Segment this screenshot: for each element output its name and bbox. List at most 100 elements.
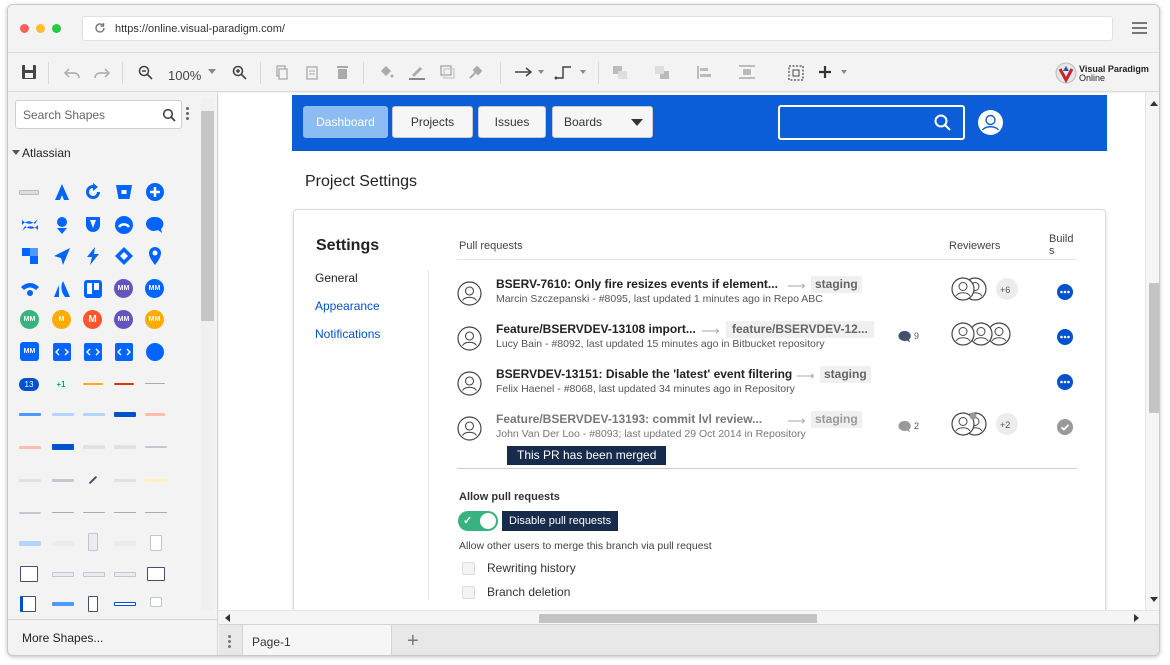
- zoom-dropdown-chevron-icon[interactable]: [208, 69, 216, 74]
- close-window-dot[interactable]: [20, 24, 29, 33]
- jira-align-icon[interactable]: [20, 246, 40, 266]
- trello-icon[interactable]: [83, 279, 103, 299]
- mini-shape[interactable]: [145, 512, 167, 513]
- panel-menu-icon[interactable]: [186, 107, 189, 122]
- search-shapes-input[interactable]: Search Shapes: [15, 100, 182, 129]
- build-in-progress-icon[interactable]: [1057, 329, 1073, 345]
- lightning-icon[interactable]: [83, 246, 103, 266]
- nav-search-input[interactable]: [778, 105, 965, 140]
- code-icon-2[interactable]: [83, 342, 103, 362]
- chat-bubble-icon[interactable]: [145, 215, 165, 235]
- wifi-icon[interactable]: [20, 279, 40, 299]
- scroll-right-icon[interactable]: [1134, 614, 1139, 622]
- copy-icon[interactable]: [276, 65, 288, 80]
- settings-link-appearance[interactable]: Appearance: [315, 299, 380, 313]
- avatar-m-red[interactable]: M: [83, 310, 102, 329]
- mini-shape[interactable]: [145, 479, 167, 482]
- nav-boards-dropdown[interactable]: Boards: [552, 106, 653, 138]
- mini-shape[interactable]: [145, 446, 167, 448]
- bitbucket-icon[interactable]: [114, 182, 134, 202]
- scroll-down-icon[interactable]: [1150, 597, 1158, 602]
- delete-icon[interactable]: [336, 65, 349, 80]
- pr-title[interactable]: BSERV-7610: Only fire resizes events if …: [496, 277, 778, 291]
- mini-shape[interactable]: [83, 445, 105, 449]
- mini-shape[interactable]: [52, 413, 74, 416]
- nav-projects-button[interactable]: Projects: [392, 106, 473, 138]
- avatar-mm-status[interactable]: MM: [114, 310, 133, 329]
- save-icon[interactable]: [21, 64, 37, 80]
- shape-text-field[interactable]: [19, 190, 39, 195]
- redo-icon[interactable]: [94, 67, 110, 79]
- mini-shape[interactable]: [52, 541, 74, 546]
- align-icon[interactable]: [696, 65, 712, 80]
- badge-13[interactable]: 13: [19, 378, 39, 391]
- add-icon[interactable]: [818, 65, 832, 79]
- line-color-icon[interactable]: [408, 64, 426, 80]
- mini-shape[interactable]: [52, 444, 74, 450]
- shield-icon[interactable]: [83, 215, 103, 235]
- scroll-left-icon[interactable]: [225, 614, 230, 622]
- mini-shape[interactable]: [88, 475, 98, 485]
- shapes-scrollbar[interactable]: [201, 99, 214, 611]
- mini-shape[interactable]: [20, 566, 38, 582]
- avatar-mm-blue[interactable]: MM: [145, 279, 164, 298]
- scrollbar-thumb[interactable]: [539, 614, 817, 623]
- branch-deletion-checkbox[interactable]: [462, 586, 475, 599]
- mini-shape[interactable]: [114, 412, 136, 417]
- opsgenie-icon[interactable]: [52, 215, 72, 235]
- avatar-mm-status-2[interactable]: MM: [145, 310, 164, 329]
- page-menu-icon[interactable]: [228, 635, 231, 650]
- build-success-icon[interactable]: [1057, 419, 1073, 435]
- mini-shape[interactable]: [19, 479, 41, 482]
- connector-straight-icon[interactable]: [514, 67, 534, 77]
- mini-shape[interactable]: [147, 567, 165, 581]
- browser-menu-icon[interactable]: [1132, 22, 1147, 34]
- pull-request-row[interactable]: Feature/BSERVDEV-13108 import... Lucy Ba…: [457, 321, 1077, 361]
- code-icon-3[interactable]: [114, 342, 134, 362]
- mini-shape[interactable]: [52, 602, 74, 606]
- minimize-window-dot[interactable]: [36, 24, 45, 33]
- pr-title[interactable]: Feature/BSERVDEV-13193: commit lvl revie…: [496, 412, 762, 426]
- send-icon[interactable]: [52, 246, 72, 266]
- mini-shape[interactable]: [88, 533, 98, 551]
- more-shapes-button[interactable]: More Shapes...: [8, 619, 218, 655]
- category-atlassian[interactable]: Atlassian: [8, 143, 201, 165]
- mini-shape[interactable]: [19, 446, 41, 449]
- mini-shape[interactable]: [114, 479, 136, 482]
- mini-shape[interactable]: [52, 572, 74, 577]
- zoom-in-icon[interactable]: [232, 65, 247, 80]
- location-pin-icon[interactable]: [145, 246, 165, 266]
- canvas-horizontal-scrollbar[interactable]: [219, 610, 1159, 624]
- zoom-out-icon[interactable]: [138, 65, 153, 80]
- jira-icon[interactable]: [52, 182, 72, 202]
- code-icon[interactable]: [52, 342, 72, 362]
- paste-icon[interactable]: [306, 65, 318, 80]
- arrange-front-icon[interactable]: [612, 65, 628, 80]
- nav-dashboard-button[interactable]: Dashboard: [303, 106, 388, 138]
- statuspage-icon[interactable]: [114, 215, 134, 235]
- pull-request-row[interactable]: BSERVDEV-13151: Disable the 'latest' eve…: [457, 366, 1077, 406]
- atlassian-icon[interactable]: [52, 279, 72, 299]
- pr-title[interactable]: BSERVDEV-13151: Disable the 'latest' eve…: [496, 367, 792, 381]
- avatar-mm-purple[interactable]: MM: [114, 279, 133, 298]
- user-avatar-icon[interactable]: [977, 109, 1004, 136]
- build-in-progress-icon[interactable]: [1057, 374, 1073, 390]
- mini-shape[interactable]: [114, 572, 136, 577]
- mini-shape[interactable]: [83, 572, 105, 577]
- mini-shape[interactable]: [150, 535, 162, 551]
- scroll-up-icon[interactable]: [1150, 101, 1158, 106]
- canvas-vertical-scrollbar[interactable]: [1145, 93, 1159, 610]
- distribute-icon[interactable]: [738, 64, 756, 80]
- search-icon[interactable]: [934, 114, 951, 131]
- connector-elbow-icon[interactable]: [554, 64, 574, 80]
- avatar-mm-green[interactable]: MM: [20, 310, 39, 329]
- line-red[interactable]: [114, 383, 134, 385]
- settings-link-notifications[interactable]: Notifications: [315, 327, 380, 341]
- page-tab[interactable]: Page-1: [242, 625, 392, 655]
- scrollbar-thumb[interactable]: [201, 111, 214, 321]
- line-grey[interactable]: [145, 383, 165, 384]
- plus-badge-icon[interactable]: [145, 182, 165, 202]
- maximize-window-dot[interactable]: [52, 24, 61, 33]
- mini-shape[interactable]: [19, 413, 41, 416]
- scrollbar-thumb[interactable]: [1149, 283, 1159, 413]
